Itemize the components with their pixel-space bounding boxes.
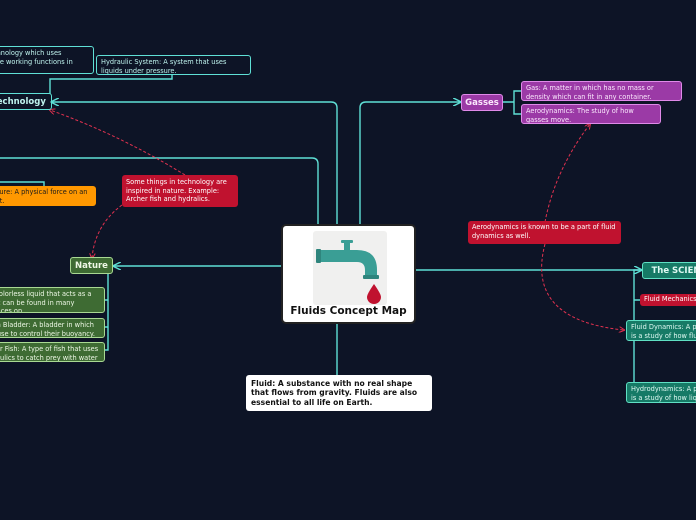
note-gas-text: Gas: A matter in which has no mass or de… — [526, 84, 654, 101]
relation-aerodynamics-text: Aerodynamics is known to be a part of fl… — [472, 223, 616, 240]
topic-nature-label: Nature — [75, 260, 108, 271]
relation-nature-tech-text: Some things in technology are inspired i… — [126, 178, 227, 204]
topic-technology-label: Technology — [0, 96, 46, 107]
note-fluid-mechanics-text: Fluid Mechanics — [644, 295, 696, 303]
note-swim-bladder-text: Swim Bladder: A bladder in which fish us… — [0, 321, 95, 338]
note-aerodynamics-text: Aerodynamics: The study of how gasses mo… — [526, 107, 634, 124]
dashed-nature-tech-a — [50, 110, 186, 176]
link-gas-notes — [503, 90, 521, 115]
fluid-definition-text: Fluid: A substance with no real shape th… — [251, 379, 418, 407]
note-gas[interactable]: Gas: A matter in which has no mass or de… — [521, 81, 682, 101]
central-title: Fluids Concept Map — [290, 305, 407, 317]
note-pressure[interactable]: Pressure: A physical force on an object. — [0, 186, 96, 206]
mind-map-canvas[interactable]: Technology Hydraulics: Technology which … — [0, 0, 696, 520]
note-hydraulic-system[interactable]: Hydraulic System: A system that uses liq… — [96, 55, 251, 75]
note-fluid-dynamics-text: Fluid Dynamics: A part of Fluid Mechanic… — [631, 323, 696, 340]
dashed-aero-a — [544, 124, 590, 223]
note-hydrodynamics[interactable]: Hydrodynamics: A part of Fluid Dynamics … — [626, 382, 696, 403]
topic-gasses[interactable]: Gasses — [461, 94, 503, 111]
note-water-text: Water: A colorless liquid that acts as a… — [0, 290, 92, 313]
note-hydraulics-text: Hydraulics: Technology which uses hydrau… — [0, 49, 73, 66]
link-tech-notes — [49, 74, 173, 94]
relation-aerodynamics[interactable]: Aerodynamics is known to be a part of fl… — [468, 221, 621, 244]
note-hydraulics[interactable]: Hydraulics: Technology which uses hydrau… — [0, 46, 94, 74]
note-aerodynamics[interactable]: Aerodynamics: The study of how gasses mo… — [521, 104, 661, 124]
note-hydraulic-system-text: Hydraulic System: A system that uses liq… — [101, 58, 227, 75]
topic-gasses-label: Gasses — [465, 97, 499, 108]
note-archer-fish-text: Archer Fish: A type of fish that uses hy… — [0, 345, 99, 362]
relation-nature-tech[interactable]: Some things in technology are inspired i… — [122, 175, 238, 207]
note-fluid-mechanics[interactable]: Fluid Mechanics — [640, 294, 696, 306]
topic-technology[interactable]: Technology — [0, 93, 52, 110]
link-gasses — [359, 102, 460, 226]
note-archer-fish[interactable]: Archer Fish: A type of fish that uses hy… — [0, 342, 105, 362]
fluid-definition[interactable]: Fluid: A substance with no real shape th… — [246, 375, 432, 411]
topic-science[interactable]: The SCIENCE — [642, 262, 696, 279]
central-topic[interactable]: Fluids Concept Map — [281, 224, 416, 324]
note-fluid-dynamics[interactable]: Fluid Dynamics: A part of Fluid Mechanic… — [626, 320, 696, 341]
link-technology — [52, 102, 338, 226]
dashed-aero-b — [541, 243, 624, 330]
topic-nature[interactable]: Nature — [70, 257, 113, 274]
note-water[interactable]: Water: A colorless liquid that acts as a… — [0, 287, 105, 313]
note-hydrodynamics-text: Hydrodynamics: A part of Fluid Dynamics … — [631, 385, 696, 402]
water-faucet-icon — [313, 231, 387, 305]
dashed-nature-tech-b — [92, 204, 123, 258]
note-pressure-text: Pressure: A physical force on an object. — [0, 188, 88, 205]
topic-science-label: The SCIENCE — [651, 265, 696, 276]
note-swim-bladder[interactable]: Swim Bladder: A bladder in which fish us… — [0, 318, 105, 338]
